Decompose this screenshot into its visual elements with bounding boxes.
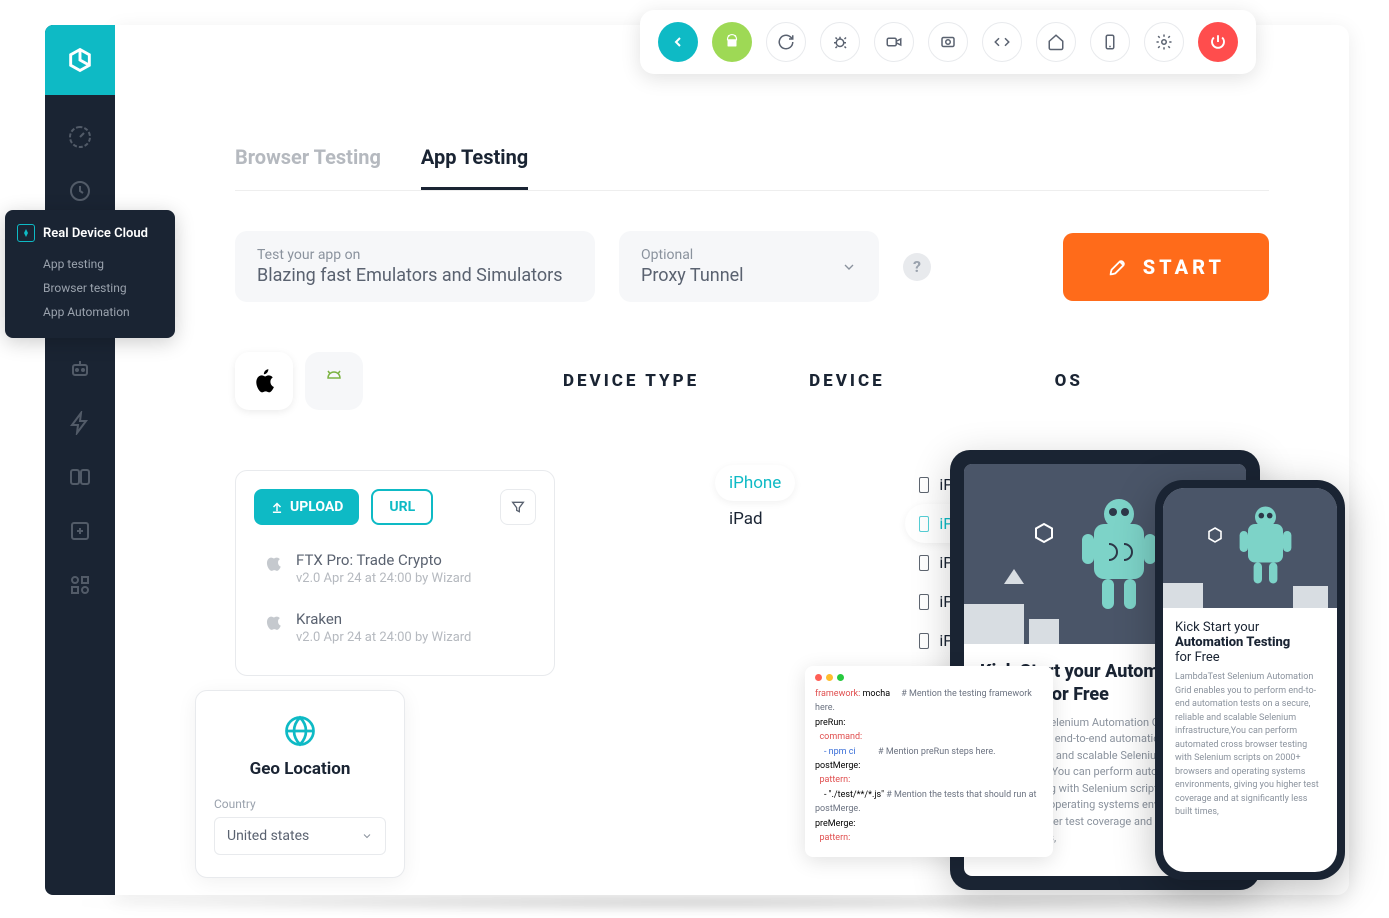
- proxy-label: Optional: [641, 247, 744, 263]
- android-button[interactable]: [712, 22, 752, 62]
- tabs: Browser Testing App Testing: [235, 145, 1269, 191]
- popup-title: Real Device Cloud: [17, 224, 157, 242]
- device-type-list: iPhone iPad: [715, 465, 795, 699]
- geo-location-panel: Geo Location Country United states: [195, 690, 405, 878]
- upload-button[interactable]: UPLOAD: [254, 489, 359, 525]
- screenshot-icon[interactable]: [928, 22, 968, 62]
- popup-title-text: Real Device Cloud: [43, 226, 148, 241]
- tab-app-testing[interactable]: App Testing: [421, 145, 528, 190]
- phone-hero-image: [1163, 488, 1337, 608]
- compare-icon[interactable]: [68, 465, 92, 489]
- filter-icon: [510, 499, 526, 515]
- app-meta: v2.0 Apr 24 at 24:00 by Wizard: [296, 571, 471, 586]
- app-item[interactable]: Kraken v2.0 Apr 24 at 24:00 by Wizard: [254, 598, 536, 657]
- popup-item-browser-testing[interactable]: Browser testing: [17, 276, 157, 300]
- phone-preview: Kick Start yourAutomation Testingfor Fre…: [1155, 480, 1345, 880]
- back-button[interactable]: [658, 22, 698, 62]
- col-device-type: DEVICE TYPE: [563, 371, 699, 391]
- app-name: Kraken: [296, 610, 471, 628]
- phone-icon: [919, 477, 929, 493]
- url-button[interactable]: URL: [371, 489, 433, 525]
- proxy-tunnel-select[interactable]: Optional Proxy Tunnel: [619, 231, 879, 302]
- chevron-down-icon: [361, 830, 373, 842]
- bug-icon[interactable]: [820, 22, 860, 62]
- os-toggle: [235, 352, 363, 410]
- logo[interactable]: [45, 25, 115, 95]
- test-target-box: Test your app on Blazing fast Emulators …: [235, 231, 595, 302]
- start-button[interactable]: START: [1063, 233, 1269, 301]
- upload-label: UPLOAD: [290, 499, 343, 515]
- apps-icon[interactable]: [68, 573, 92, 597]
- proxy-value: Proxy Tunnel: [641, 265, 744, 286]
- globe-icon: [282, 713, 318, 749]
- device-cloud-icon: [17, 224, 35, 242]
- device-type-ipad[interactable]: iPad: [715, 501, 795, 537]
- apple-icon: [262, 610, 284, 632]
- phone-icon: [919, 594, 929, 610]
- col-os: OS: [1055, 371, 1083, 391]
- app-meta: v2.0 Apr 24 at 24:00 by Wizard: [296, 630, 471, 645]
- real-device-cloud-popup: Real Device Cloud App testing Browser te…: [5, 210, 175, 338]
- video-icon[interactable]: [874, 22, 914, 62]
- apple-os-button[interactable]: [235, 352, 293, 410]
- sidebar: [45, 25, 115, 895]
- plus-icon[interactable]: [68, 519, 92, 543]
- apple-icon: [262, 551, 284, 573]
- filter-button[interactable]: [500, 489, 536, 525]
- chevron-down-icon: [841, 259, 857, 275]
- app-name: FTX Pro: Trade Crypto: [296, 551, 471, 569]
- sync-icon[interactable]: [766, 22, 806, 62]
- phone-icon: [919, 516, 929, 532]
- geo-country-value: United states: [227, 828, 309, 844]
- upload-icon: [270, 500, 284, 514]
- tab-browser-testing[interactable]: Browser Testing: [235, 145, 381, 190]
- test-target-value: Blazing fast Emulators and Simulators: [257, 265, 573, 286]
- geo-title: Geo Location: [214, 759, 386, 779]
- toolbar: [640, 10, 1256, 74]
- home-icon[interactable]: [1036, 22, 1076, 62]
- history-icon[interactable]: [68, 179, 92, 203]
- popup-item-app-automation[interactable]: App Automation: [17, 300, 157, 324]
- code-panel: framework: mocha # Mention the testing f…: [805, 666, 1053, 857]
- phone-heading: Kick Start yourAutomation Testingfor Fre…: [1175, 620, 1325, 665]
- code-icon[interactable]: [982, 22, 1022, 62]
- phone-icon: [919, 633, 929, 649]
- robot-icon[interactable]: [68, 357, 92, 381]
- geo-country-label: Country: [214, 797, 386, 811]
- help-icon[interactable]: ?: [903, 253, 931, 281]
- phone-body-text: LambdaTest Selenium Automation Grid enab…: [1175, 671, 1325, 820]
- settings-icon[interactable]: [1144, 22, 1184, 62]
- android-os-button[interactable]: [305, 352, 363, 410]
- popup-item-app-testing[interactable]: App testing: [17, 252, 157, 276]
- col-device: DEVICE: [809, 371, 884, 391]
- dashboard-icon[interactable]: [68, 125, 92, 149]
- phone-icon: [919, 555, 929, 571]
- geo-country-select[interactable]: United states: [214, 817, 386, 855]
- start-label: START: [1143, 255, 1225, 279]
- device-type-iphone[interactable]: iPhone: [715, 465, 795, 501]
- test-target-label: Test your app on: [257, 247, 573, 263]
- upload-panel: UPLOAD URL FTX Pro: Trade Crypto v2.0 Ap…: [235, 470, 555, 676]
- rocket-icon: [1107, 256, 1129, 278]
- power-button[interactable]: [1198, 22, 1238, 62]
- bolt-icon[interactable]: [68, 411, 92, 435]
- window-controls: [815, 674, 1043, 681]
- app-item[interactable]: FTX Pro: Trade Crypto v2.0 Apr 24 at 24:…: [254, 539, 536, 598]
- device-icon[interactable]: [1090, 22, 1130, 62]
